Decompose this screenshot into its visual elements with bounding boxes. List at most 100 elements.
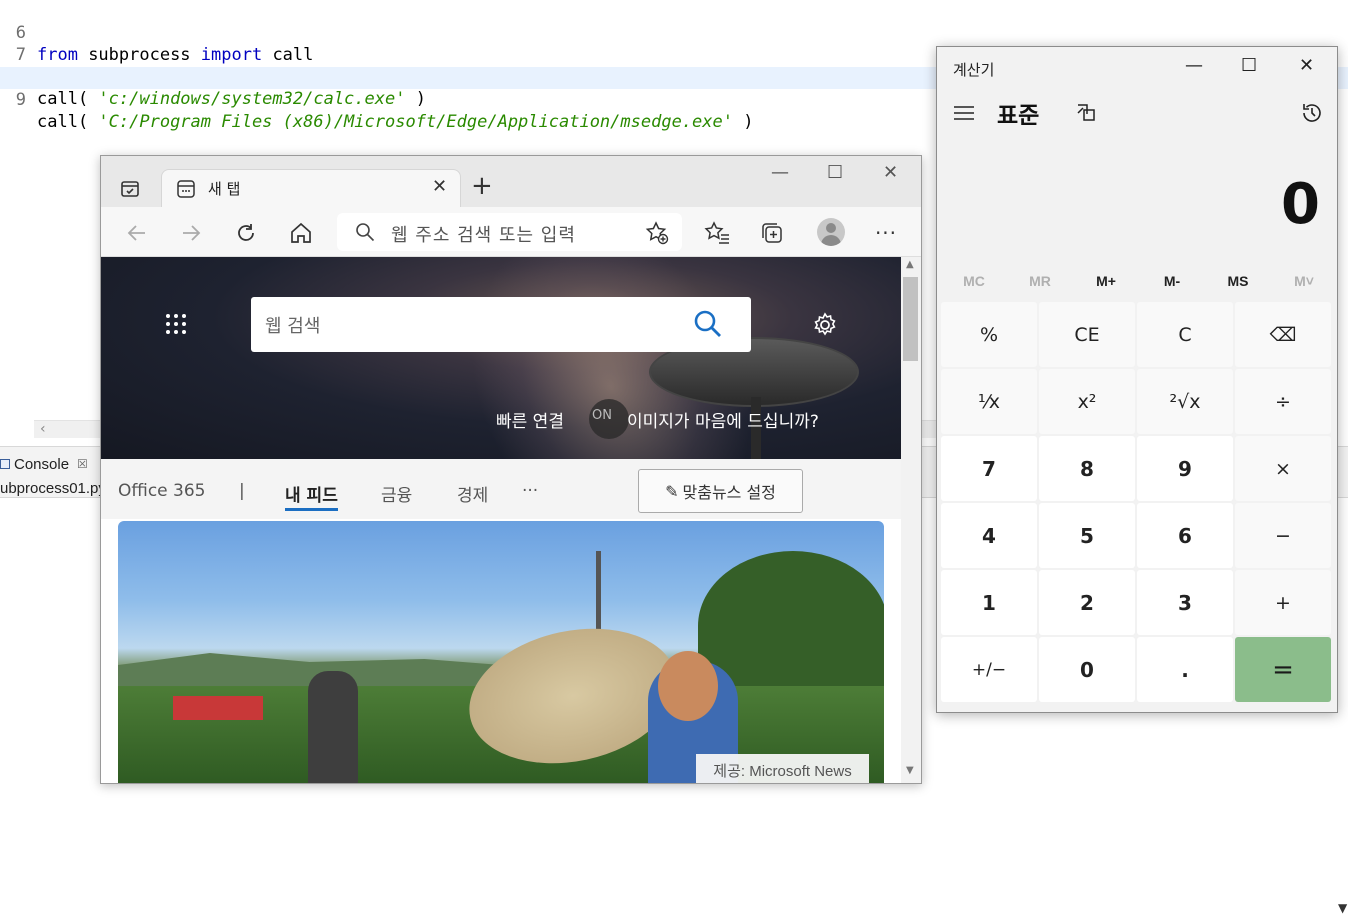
square-root-button[interactable]: ²√x — [1137, 369, 1233, 434]
code-line-7[interactable]: 7 — [0, 22, 1348, 65]
maximize-icon[interactable]: ☐ — [1241, 55, 1257, 76]
code-text: call( — [37, 112, 99, 132]
customize-news-button[interactable]: ✎ 맞춤뉴스 설정 — [638, 469, 803, 513]
digit-7-button[interactable]: 7 — [941, 436, 1037, 501]
scroll-up-icon[interactable]: ▲ — [906, 259, 914, 270]
digit-4-button[interactable]: 4 — [941, 503, 1037, 568]
add-button[interactable]: + — [1235, 570, 1331, 635]
memory-recall-button[interactable]: MR — [1007, 273, 1073, 289]
digit-8-button[interactable]: 8 — [1039, 436, 1135, 501]
hamburger-menu-icon[interactable] — [953, 105, 975, 125]
gear-icon[interactable] — [811, 311, 839, 343]
refresh-icon[interactable] — [232, 219, 260, 247]
app-launcher-icon[interactable] — [165, 313, 187, 339]
clear-entry-button[interactable]: CE — [1039, 302, 1135, 367]
code-text: ) — [732, 112, 754, 132]
minimize-icon[interactable]: — — [771, 162, 789, 183]
favorites-icon[interactable] — [703, 219, 731, 247]
nav-item-finance[interactable]: 금융 — [381, 481, 412, 506]
minimize-icon[interactable]: — — [1185, 55, 1203, 76]
reciprocal-button[interactable]: ¹⁄x — [941, 369, 1037, 434]
quick-links-toggle[interactable]: ON — [589, 399, 629, 439]
digit-2-button[interactable]: 2 — [1039, 570, 1135, 635]
pencil-icon: ✎ — [665, 481, 679, 501]
keep-on-top-icon[interactable] — [1076, 103, 1096, 125]
memory-add-button[interactable]: M+ — [1073, 273, 1139, 289]
close-window-icon[interactable]: ✕ — [883, 162, 898, 183]
nav-more-icon[interactable]: ··· — [522, 481, 538, 501]
string-literal: 'C:/Program Files (x86)/Microsoft/Edge/A… — [98, 112, 733, 132]
forward-icon[interactable] — [177, 219, 205, 247]
subtract-button[interactable]: − — [1235, 503, 1331, 568]
nav-item-office365[interactable]: Office 365 — [118, 481, 205, 501]
equals-button[interactable]: = — [1235, 637, 1331, 702]
tab-title: 새 탭 — [208, 180, 241, 198]
decimal-button[interactable]: . — [1137, 637, 1233, 702]
code-text: call( — [37, 89, 99, 109]
search-icon[interactable] — [693, 309, 723, 343]
console-tab[interactable]: Console ☒ — [0, 453, 88, 475]
add-favorite-icon[interactable] — [645, 221, 669, 249]
address-bar[interactable]: 웹 주소 검색 또는 입력 — [337, 213, 682, 251]
console-file-label: ubprocess01.py — [0, 480, 106, 497]
more-options-icon[interactable]: ··· — [872, 219, 900, 247]
calculator-window: 계산기 — ☐ ✕ 표준 0 MC MR M+ M- MS M˅ % CE C … — [936, 46, 1338, 713]
back-icon[interactable] — [123, 219, 151, 247]
profile-avatar[interactable] — [817, 218, 845, 246]
code-line-6[interactable]: 6 from subprocess import call — [0, 0, 1348, 65]
memory-row: MC MR M+ M- MS M˅ — [941, 267, 1335, 297]
web-search-input[interactable]: 웹 검색 — [251, 297, 751, 352]
hero-background-image: 웹 검색 빠른 연결 ON 이미지가 마음에 드십니까? — [101, 257, 901, 459]
quick-links-label[interactable]: 빠른 연결 — [496, 407, 564, 432]
close-icon[interactable]: ✕ — [432, 176, 447, 197]
news-card-image[interactable]: 제공: Microsoft News — [118, 521, 884, 783]
customize-news-label: 맞춤뉴스 설정 — [682, 483, 776, 502]
nav-item-my-feed[interactable]: 내 피드 — [285, 481, 338, 511]
search-icon — [355, 222, 375, 246]
page-vertical-scrollbar[interactable]: ▲ ▼ — [901, 257, 921, 783]
scroll-thumb[interactable] — [903, 277, 918, 361]
digit-6-button[interactable]: 6 — [1137, 503, 1233, 568]
memory-clear-button[interactable]: MC — [941, 273, 1007, 289]
digit-5-button[interactable]: 5 — [1039, 503, 1135, 568]
edge-window: 새 탭 ✕ + — ☐ ✕ 웹 주소 검색 또는 입력 ··· 웹 검색 빠른 … — [100, 155, 922, 784]
close-icon[interactable]: ☒ — [77, 457, 88, 471]
tab-actions-icon[interactable] — [115, 174, 145, 204]
maximize-icon[interactable]: ☐ — [827, 162, 843, 183]
console-icon — [0, 459, 10, 469]
nav-divider: | — [239, 481, 245, 501]
farmer-image — [308, 671, 358, 783]
calculator-title: 계산기 — [953, 61, 995, 79]
nav-item-economy[interactable]: 경제 — [457, 481, 488, 506]
digit-3-button[interactable]: 3 — [1137, 570, 1233, 635]
memory-subtract-button[interactable]: M- — [1139, 273, 1205, 289]
divide-button[interactable]: ÷ — [1235, 369, 1331, 434]
multiply-button[interactable]: × — [1235, 436, 1331, 501]
home-icon[interactable] — [287, 219, 315, 247]
digit-0-button[interactable]: 0 — [1039, 637, 1135, 702]
backspace-icon[interactable]: ⌫ — [1235, 302, 1331, 367]
line-number: 9 — [15, 90, 26, 110]
clear-button[interactable]: C — [1137, 302, 1233, 367]
calculator-mode-title: 표준 — [997, 103, 1040, 129]
digit-9-button[interactable]: 9 — [1137, 436, 1233, 501]
memory-store-button[interactable]: MS — [1205, 273, 1271, 289]
close-window-icon[interactable]: ✕ — [1299, 55, 1314, 76]
image-like-question[interactable]: 이미지가 마음에 드십니까? — [627, 407, 819, 432]
console-tab-label: Console — [14, 455, 70, 473]
scroll-down-icon[interactable]: ▼ — [906, 765, 914, 776]
string-literal: 'c:/windows/system32/calc.exe' — [98, 89, 406, 109]
scroll-left-icon[interactable]: ‹ — [40, 421, 46, 437]
history-icon[interactable] — [1300, 101, 1324, 129]
percent-button[interactable]: % — [941, 302, 1037, 367]
memory-list-button[interactable]: M˅ — [1271, 273, 1337, 289]
chevron-down-icon[interactable]: ▼ — [1338, 901, 1347, 915]
tab-new-tab[interactable]: 새 탭 ✕ — [161, 169, 461, 207]
digit-1-button[interactable]: 1 — [941, 570, 1037, 635]
square-button[interactable]: x² — [1039, 369, 1135, 434]
toggle-on-label: ON — [592, 408, 612, 423]
calculator-keypad: % CE C ⌫ ¹⁄x x² ²√x ÷ 7 8 9 × 4 5 6 − 1 … — [941, 302, 1335, 702]
collections-icon[interactable] — [758, 219, 786, 247]
negate-button[interactable]: +/− — [941, 637, 1037, 702]
new-tab-button[interactable]: + — [471, 172, 493, 200]
